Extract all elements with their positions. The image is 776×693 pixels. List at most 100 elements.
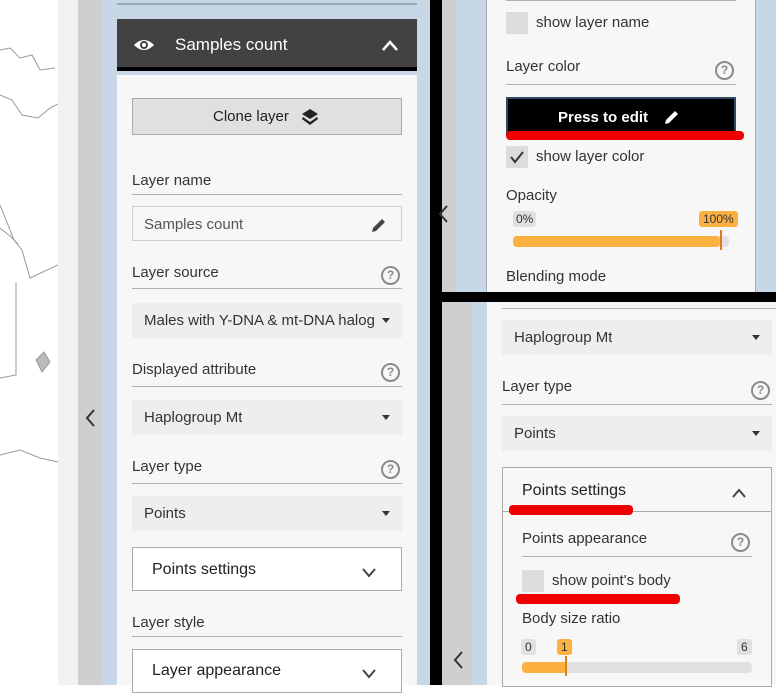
map-borders — [0, 47, 59, 463]
press-to-edit-label: Press to edit — [558, 109, 649, 126]
chevron-up-icon — [732, 488, 746, 498]
layer-name-input[interactable]: Samples count — [132, 206, 402, 241]
caret-down-icon — [382, 318, 390, 323]
collapse-sidebar-top-right[interactable] — [436, 204, 450, 224]
points-appearance-label: Points appearance — [522, 530, 648, 547]
layer-source-label: Layer source — [132, 264, 219, 281]
layer-type-select[interactable]: Points — [132, 496, 402, 531]
opacity-value-badge: 100% — [699, 211, 738, 227]
annotation-underline — [516, 594, 680, 604]
annotation-underline — [509, 505, 633, 515]
layer-style-row: Layer style — [132, 614, 402, 637]
left-sidebar-bg — [58, 0, 78, 685]
ratio-slider-handle[interactable] — [565, 656, 567, 676]
attribute-select[interactable]: Haplogroup Mt — [502, 320, 772, 355]
collapse-sidebar-left[interactable] — [84, 408, 98, 428]
screenshot-divider-horizontal — [442, 292, 776, 302]
show-layer-name-label: show layer name — [536, 14, 650, 31]
attribute-value: Haplogroup Mt — [514, 329, 613, 346]
left-sidebar-strip — [78, 0, 102, 685]
layer-style-label: Layer style — [132, 614, 205, 631]
pencil-icon[interactable] — [370, 216, 388, 234]
layer-type-label: Layer type — [502, 378, 573, 395]
layer-appearance-section[interactable]: Layer appearance — [132, 649, 402, 693]
opacity-slider[interactable] — [513, 230, 729, 250]
help-icon[interactable]: ? — [381, 460, 400, 479]
clone-layer-button[interactable]: Clone layer — [132, 98, 402, 135]
points-settings-title: Points settings — [522, 482, 627, 499]
caret-down-icon — [752, 431, 760, 436]
help-icon[interactable]: ? — [381, 266, 400, 285]
show-layer-name-checkbox[interactable] — [506, 12, 528, 34]
caret-down-icon — [382, 511, 390, 516]
layer-type-row: Layer type ? — [132, 458, 402, 484]
layer-color-label: Layer color — [506, 58, 581, 75]
layer-source-value: Males with Y-DNA & mt-DNA halog — [144, 312, 375, 329]
chevron-down-icon — [362, 568, 376, 578]
chevron-up-icon[interactable] — [381, 39, 399, 51]
layer-source-row: Layer source ? — [132, 264, 402, 289]
help-icon[interactable]: ? — [715, 61, 734, 80]
help-icon[interactable]: ? — [751, 381, 770, 400]
pencil-icon — [665, 111, 678, 124]
opacity-min-badge: 0% — [513, 211, 537, 227]
opacity-slider-fill — [513, 236, 721, 247]
chevron-down-icon — [362, 669, 376, 679]
chevron-left-icon — [85, 409, 95, 427]
screenshot-divider-vertical — [430, 0, 442, 685]
body-size-ratio-slider[interactable] — [522, 656, 752, 676]
body-size-ratio-label: Body size ratio — [522, 610, 621, 627]
layer-color-row: Layer color ? — [506, 58, 736, 85]
ratio-slider-fill — [522, 662, 567, 673]
press-to-edit-button[interactable]: Press to edit — [506, 97, 736, 135]
opacity-slider-handle[interactable] — [720, 230, 723, 250]
layer-type-row-2: Layer type ? — [502, 378, 772, 405]
top-right-top-line — [506, 0, 736, 1]
chevron-left-icon — [438, 205, 448, 223]
ratio-max-badge: 6 — [737, 639, 752, 655]
layer-appearance-title: Layer appearance — [152, 662, 281, 679]
ratio-value-badge: 1 — [557, 639, 572, 655]
points-appearance-row: Points appearance ? — [522, 530, 752, 557]
bottom-right-top-line — [502, 308, 776, 309]
points-settings-section[interactable]: Points settings — [132, 547, 402, 591]
displayed-attribute-label: Displayed attribute — [132, 361, 257, 378]
chevron-left-icon — [453, 651, 463, 669]
layer-name-row: Layer name — [132, 172, 402, 195]
collapse-sidebar-bottom-right[interactable] — [452, 650, 466, 670]
show-points-body-label: show point's body — [552, 572, 671, 589]
layer-type-select-2[interactable]: Points — [502, 416, 772, 451]
bottom-right-sidebar-strip — [442, 302, 472, 685]
layer-name-value: Samples count — [144, 216, 244, 233]
layers-icon — [302, 109, 318, 125]
show-layer-color-label: show layer color — [536, 148, 645, 165]
displayed-attribute-row: Displayed attribute ? — [132, 361, 402, 387]
layer-type-value: Points — [514, 425, 556, 442]
bottom-right-panel-frame — [472, 302, 487, 685]
blending-mode-label: Blending mode — [506, 268, 607, 285]
caret-down-icon — [752, 335, 760, 340]
opacity-label: Opacity — [506, 187, 557, 204]
show-points-body-checkbox[interactable] — [522, 570, 544, 592]
displayed-attribute-value: Haplogroup Mt — [144, 409, 243, 426]
eye-icon[interactable] — [133, 37, 155, 53]
displayed-attribute-select[interactable]: Haplogroup Mt — [132, 400, 402, 435]
annotation-underline — [506, 131, 744, 140]
show-layer-color-checkbox[interactable] — [506, 146, 528, 168]
points-settings-title: Points settings — [152, 561, 257, 578]
layer-type-value: Points — [144, 505, 186, 522]
layer-name-label: Layer name — [132, 172, 212, 189]
checkmark-icon — [510, 151, 524, 164]
layer-header[interactable]: Samples count — [117, 19, 417, 71]
help-icon[interactable]: ? — [731, 533, 750, 552]
layer-header-title: Samples count — [175, 35, 288, 54]
ratio-min-badge: 0 — [521, 639, 536, 655]
layer-type-label: Layer type — [132, 458, 203, 475]
caret-down-icon — [382, 415, 390, 420]
help-icon[interactable]: ? — [381, 363, 400, 382]
top-right-sidebar-strip — [442, 0, 456, 292]
map-background[interactable] — [0, 0, 59, 685]
left-panel-top-line — [117, 3, 417, 5]
layer-source-select[interactable]: Males with Y-DNA & mt-DNA halog — [132, 303, 402, 338]
clone-layer-label: Clone layer — [213, 108, 289, 125]
